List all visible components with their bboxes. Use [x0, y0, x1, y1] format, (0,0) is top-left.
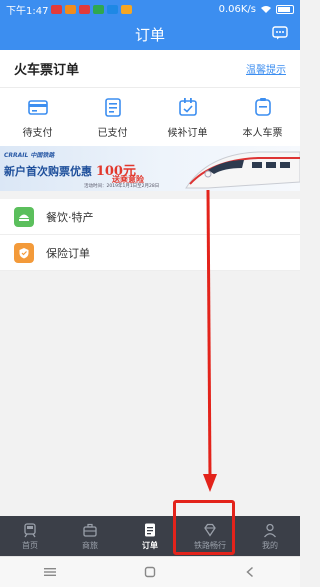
category-pending-payment[interactable]: 待支付 [0, 88, 75, 146]
message-icon[interactable] [272, 26, 288, 40]
ticket-icon [254, 97, 271, 116]
category-waitlist[interactable]: 候补订单 [150, 88, 225, 146]
diamond-icon [204, 523, 216, 537]
train-image [185, 151, 300, 189]
shield-icon [14, 242, 34, 263]
user-icon [264, 523, 276, 537]
briefcase-icon [83, 523, 97, 537]
service-list: 餐饮·特产 保险订单 [0, 199, 300, 271]
wifi-icon [261, 5, 271, 13]
app-notification-icon [93, 4, 105, 14]
network-speed: 0.06K/s [218, 3, 256, 15]
home-icon [144, 566, 156, 578]
status-time: 下午1:47 [6, 5, 49, 17]
status-bar: 下午1:47 0.06K/s [0, 0, 300, 18]
tab-orders[interactable]: 订单 [120, 516, 180, 556]
page-title: 订单 [134, 25, 165, 44]
order-categories: 待支付 已支付 候补订单 本人车票 [0, 88, 300, 146]
tab-home[interactable]: 首页 [0, 516, 60, 556]
tab-business-travel[interactable]: 商旅 [60, 516, 120, 556]
order-icon [145, 523, 155, 536]
back-button[interactable] [235, 562, 265, 582]
tips-link[interactable]: 温馨提示 [246, 61, 286, 76]
system-nav-bar [0, 556, 300, 587]
receipt-icon [104, 97, 121, 117]
banner-date: 活动时间：2019年1月1日至2月28日 [84, 184, 160, 189]
category-my-tickets[interactable]: 本人车票 [225, 88, 300, 146]
app-notification-icon [65, 4, 77, 14]
app-notification-icon [79, 4, 91, 14]
banner-brand: CRRAIL 中国铁路 [4, 152, 55, 159]
battery-icon [276, 4, 294, 14]
bottom-tab-bar: 首页 商旅 订单 铁路畅行 我的 [0, 516, 300, 556]
app-notification-icon [107, 4, 119, 14]
tab-railway-pass[interactable]: 铁路畅行 [180, 516, 240, 556]
app-header: 订单 [0, 18, 300, 50]
list-item-insurance[interactable]: 保险订单 [0, 235, 300, 271]
app-notification-icon [51, 4, 63, 14]
train-icon [24, 522, 36, 537]
section-title: 火车票订单 [14, 63, 80, 78]
calendar-icon [178, 97, 197, 116]
app-notification-icon [121, 4, 133, 14]
category-paid[interactable]: 已支付 [75, 88, 150, 146]
menu-button[interactable] [35, 562, 65, 582]
list-item-food[interactable]: 餐饮·特产 [0, 199, 300, 235]
back-icon [246, 566, 254, 578]
home-button[interactable] [135, 562, 165, 582]
card-icon [27, 99, 48, 115]
food-icon [14, 206, 34, 227]
promo-banner[interactable]: CRRAIL 中国铁路 新户首次购票优惠 100元 送乘意险 活动时间：2019… [0, 146, 300, 191]
menu-icon [44, 568, 56, 576]
train-order-header: 火车票订单 温馨提示 [0, 50, 300, 88]
tab-profile[interactable]: 我的 [240, 516, 300, 556]
